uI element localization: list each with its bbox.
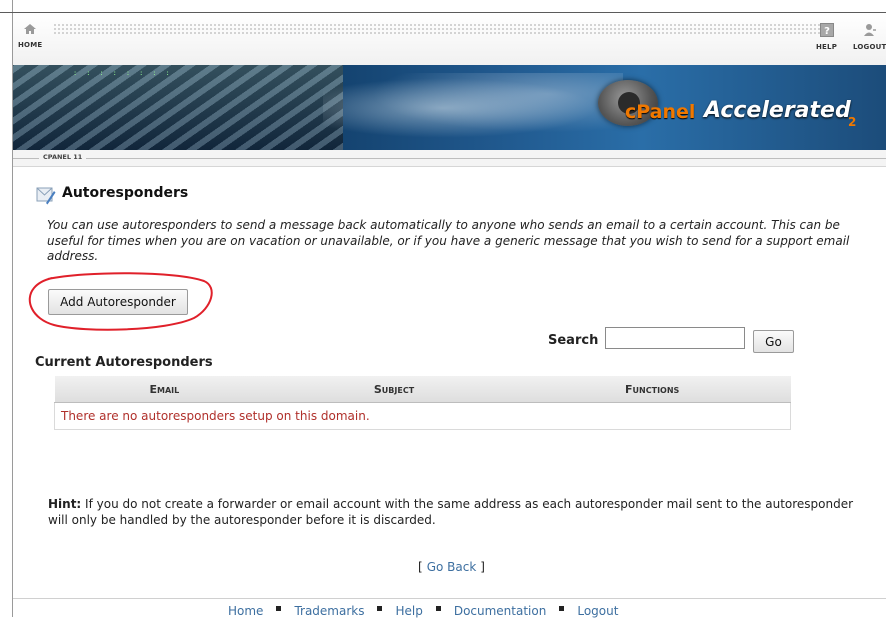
nav-help-label: HELP [816, 43, 838, 51]
hint-label: Hint: [48, 497, 82, 511]
cpanel-logo-accelerated: Accelerated [704, 98, 851, 123]
autoresponders-table: Email Subject Functions There are no aut… [54, 376, 791, 430]
nav-logout[interactable]: LOGOUT [853, 23, 886, 51]
cpanel-logo-text: cPanel [625, 101, 696, 123]
go-back: [ Go Back] [418, 560, 485, 574]
home-icon [18, 23, 42, 35]
footer-link-home[interactable]: Home [228, 604, 263, 618]
header-banner: :::::::: cPanel Accelerated 2 [13, 65, 886, 150]
help-icon: ? [816, 23, 837, 37]
footer-separator [559, 606, 565, 611]
footer-links: Home Trademarks Help Documentation Logout [228, 604, 618, 618]
nav-help[interactable]: ? HELP [816, 23, 837, 51]
page-title: Autoresponders [62, 185, 189, 201]
table-header-row: Email Subject Functions [54, 376, 791, 403]
banner-lights: :::::::: [73, 69, 179, 77]
cpanel-logo-subscript: 2 [848, 115, 857, 129]
page-description: You can use autoresponders to send a mes… [47, 218, 850, 263]
footer-separator [276, 606, 282, 611]
go-back-link[interactable]: Go Back [427, 560, 477, 574]
table-row: There are no autoresponders setup on thi… [54, 402, 791, 430]
footer-link-trademarks[interactable]: Trademarks [294, 604, 364, 618]
footer-link-logout[interactable]: Logout [577, 604, 618, 618]
version-label: CPANEL 11 [39, 153, 87, 161]
top-navigation: HOME ? HELP LOGOUT [13, 13, 886, 65]
nav-home-label: HOME [18, 41, 43, 49]
empty-table-message: There are no autoresponders setup on thi… [54, 402, 791, 430]
version-divider [13, 158, 886, 159]
footer-separator [435, 606, 441, 611]
banner-world-map [323, 73, 623, 143]
footer-separator [377, 606, 383, 611]
go-button[interactable]: Go [753, 330, 794, 353]
go-back-bracket-close: ] [480, 560, 485, 574]
search-label: Search [548, 333, 599, 348]
red-circle-annotation [28, 272, 213, 331]
hint-text: Hint: If you do not create a forwarder o… [48, 497, 863, 528]
nav-dots-decoration [53, 23, 821, 35]
hint-body: If you do not create a forwarder or emai… [48, 497, 854, 527]
logout-icon [853, 23, 886, 37]
column-header-email: Email [54, 376, 275, 403]
nav-logout-label: LOGOUT [853, 43, 886, 51]
search-input[interactable] [605, 327, 745, 349]
footer-divider [13, 598, 886, 599]
banner-cables-image [13, 65, 343, 150]
nav-home[interactable]: HOME [18, 23, 42, 49]
go-back-bracket-open: [ [418, 560, 423, 574]
version-strip: CPANEL 11 [13, 150, 886, 167]
footer-link-help[interactable]: Help [395, 604, 422, 618]
svg-text:?: ? [824, 26, 830, 37]
column-header-subject: Subject [274, 376, 514, 403]
footer-link-documentation[interactable]: Documentation [454, 604, 547, 618]
section-title: Current Autoresponders [35, 355, 213, 370]
autoresponder-icon [36, 185, 56, 209]
column-header-functions: Functions [513, 376, 791, 403]
